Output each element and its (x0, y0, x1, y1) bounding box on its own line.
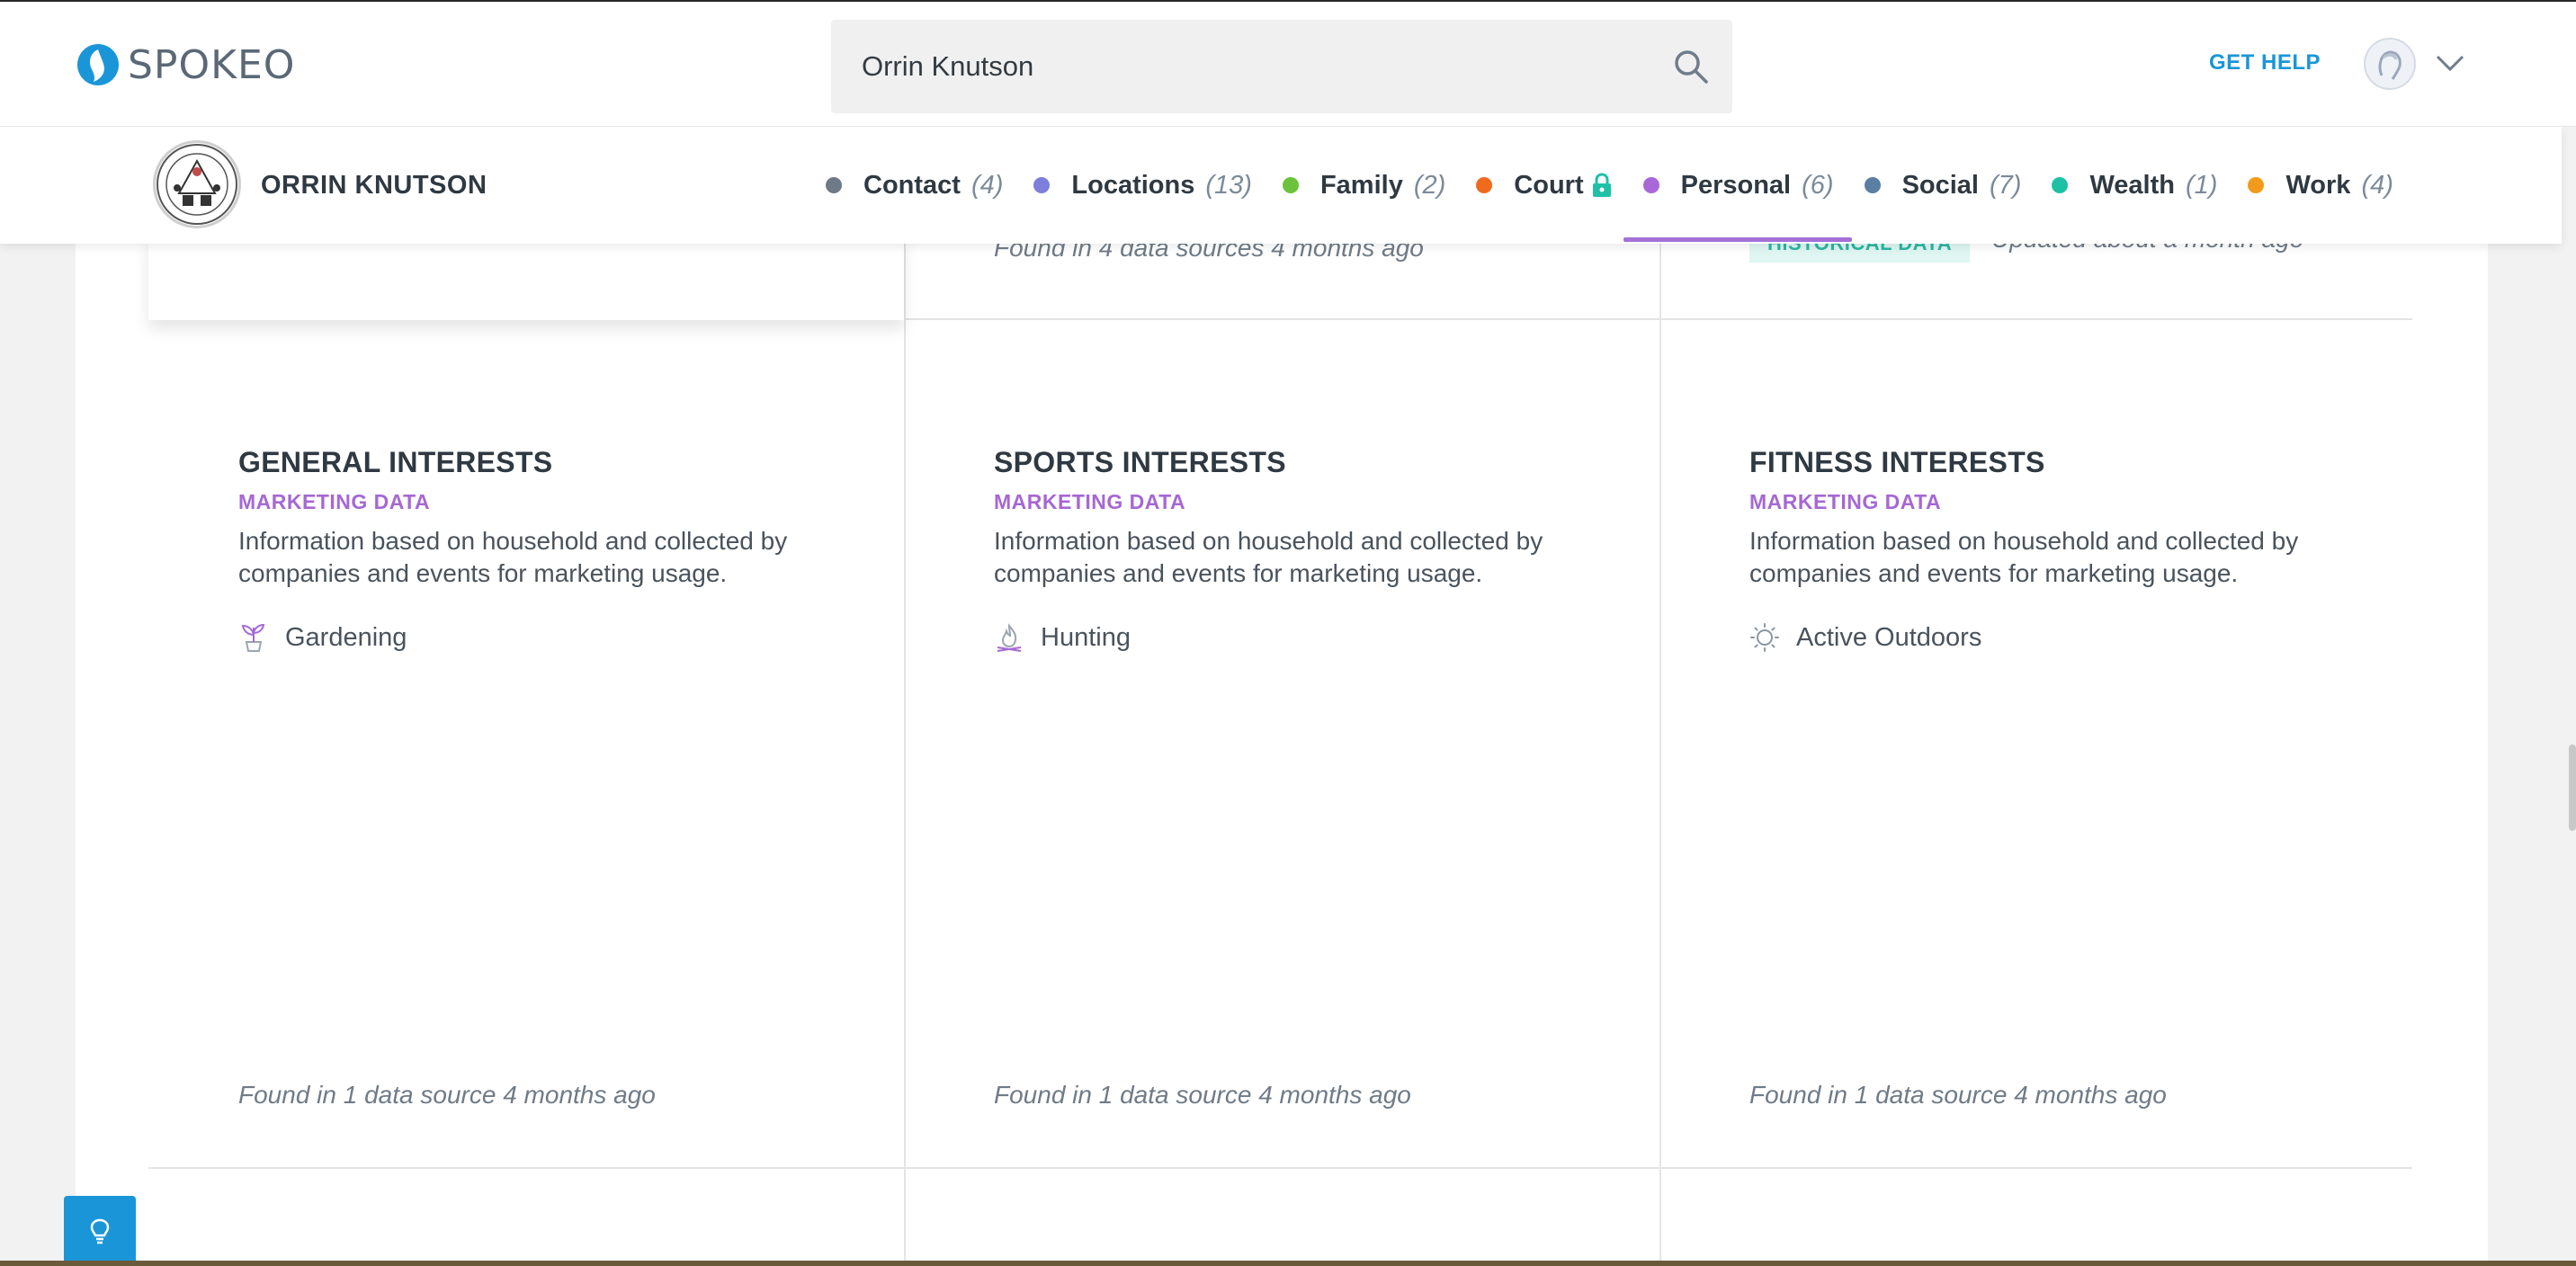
sun-icon (1750, 623, 1779, 652)
search-icon[interactable] (1673, 49, 1709, 85)
interest-item: Hunting (994, 622, 1623, 653)
tab-family[interactable]: Family (2) (1282, 127, 1446, 244)
tab-label: Personal (1680, 170, 1792, 200)
tab-count: (1) (2186, 170, 2218, 200)
card-title: GENERAL INTERESTS (238, 446, 553, 478)
card-found-text: Found in 1 data source 4 months ago (1749, 1081, 2167, 1109)
tab-label: Social (1901, 170, 1979, 200)
interest-label: Active Outdoors (1796, 622, 1982, 652)
tab-social[interactable]: Social (7) (1864, 127, 2022, 244)
tab-count: (4) (2361, 170, 2393, 200)
tab-count: (4) (970, 170, 1004, 200)
tab-count: (13) (1205, 170, 1252, 200)
tips-button[interactable] (64, 1196, 136, 1266)
plant-icon (241, 623, 265, 652)
tab-label: Contact (863, 170, 961, 200)
general-interests-card: GENERAL INTERESTS MARKETING DATA Informa… (238, 446, 868, 653)
tab-dot (826, 177, 842, 193)
tab-dot (2052, 177, 2069, 193)
card-found-text: Found in 1 data source 4 months ago (994, 1081, 1411, 1109)
tab-wealth[interactable]: Wealth (1) (2052, 127, 2217, 244)
tab-dot (1864, 177, 1881, 193)
tab-label: Wealth (2089, 170, 2175, 200)
previous-card-remnant (148, 234, 904, 320)
card-description: Information based on household and colle… (994, 527, 1543, 587)
tab-label: Work (2285, 170, 2351, 200)
card-description: Information based on household and colle… (238, 527, 788, 587)
search-box (831, 20, 1732, 113)
tab-locations[interactable]: Locations (13) (1033, 127, 1252, 244)
tab-dot (1033, 177, 1051, 193)
card-found-text: Found in 1 data source 4 months ago (238, 1081, 656, 1109)
grid-divider (148, 1167, 2412, 1169)
tab-label: Family (1319, 170, 1403, 200)
tab-contact[interactable]: Contact (4) (826, 127, 1003, 244)
person-nav-bar: ORRIN KNUTSON Contact (4) Locations (13)… (0, 127, 2562, 244)
card-title: SPORTS INTERESTS (994, 446, 1286, 478)
tab-count: (6) (1802, 170, 1834, 200)
grid-divider (1659, 234, 1661, 1266)
lock-icon (1592, 173, 1611, 197)
user-avatar[interactable] (2364, 38, 2416, 90)
card-subtitle: MARKETING DATA (1749, 490, 1942, 513)
tab-count: (2) (1413, 170, 1446, 200)
interest-label: Hunting (1041, 622, 1131, 652)
tab-work[interactable]: Work (4) (2248, 127, 2393, 244)
seal-icon (157, 144, 237, 225)
tab-dot (1476, 177, 1493, 193)
tab-court[interactable]: Court (1476, 127, 1612, 244)
person-avatar[interactable] (153, 140, 241, 228)
tab-dot (2248, 177, 2265, 193)
card-subtitle: MARKETING DATA (994, 490, 1186, 513)
tab-label: Court (1514, 170, 1584, 200)
tab-count: (7) (1990, 170, 2022, 200)
card-subtitle: MARKETING DATA (238, 490, 431, 513)
grid-divider (904, 234, 906, 1266)
tab-dot (1642, 177, 1659, 193)
tab-personal[interactable]: Personal (6) (1623, 127, 1852, 244)
spokeo-logo[interactable]: SPOKEO (76, 40, 295, 90)
tab-dot (1282, 177, 1299, 193)
tab-label: Locations (1071, 170, 1195, 200)
top-header: SPOKEO GET HELP (0, 0, 2576, 127)
spokeo-logo-icon (77, 44, 119, 85)
scrollbar-thumb[interactable] (2569, 744, 2576, 831)
search-input[interactable] (862, 20, 1653, 113)
get-help-link[interactable]: GET HELP (2209, 50, 2321, 76)
card-description: Information based on household and colle… (1749, 527, 2299, 587)
section-tabs: Contact (4) Locations (13) Family (2) Co… (826, 127, 2424, 244)
fitness-interests-card: FITNESS INTERESTS MARKETING DATA Informa… (1749, 446, 2379, 653)
card-title: FITNESS INTERESTS (1749, 446, 2045, 478)
interest-label: Gardening (285, 622, 407, 652)
campfire-icon (997, 623, 1022, 652)
chevron-down-icon[interactable] (2434, 52, 2466, 74)
grid-divider (904, 318, 2412, 320)
person-name: ORRIN KNUTSON (261, 171, 487, 200)
interest-item: Gardening (238, 622, 868, 653)
lightbulb-icon (90, 1218, 110, 1244)
sports-interests-card: SPORTS INTERESTS MARKETING DATA Informat… (994, 446, 1623, 653)
desktop-edge (0, 1261, 2576, 1266)
interest-item: Active Outdoors (1749, 622, 2379, 653)
user-avatar-icon (2366, 40, 2414, 88)
logo-text: SPOKEO (128, 41, 296, 88)
